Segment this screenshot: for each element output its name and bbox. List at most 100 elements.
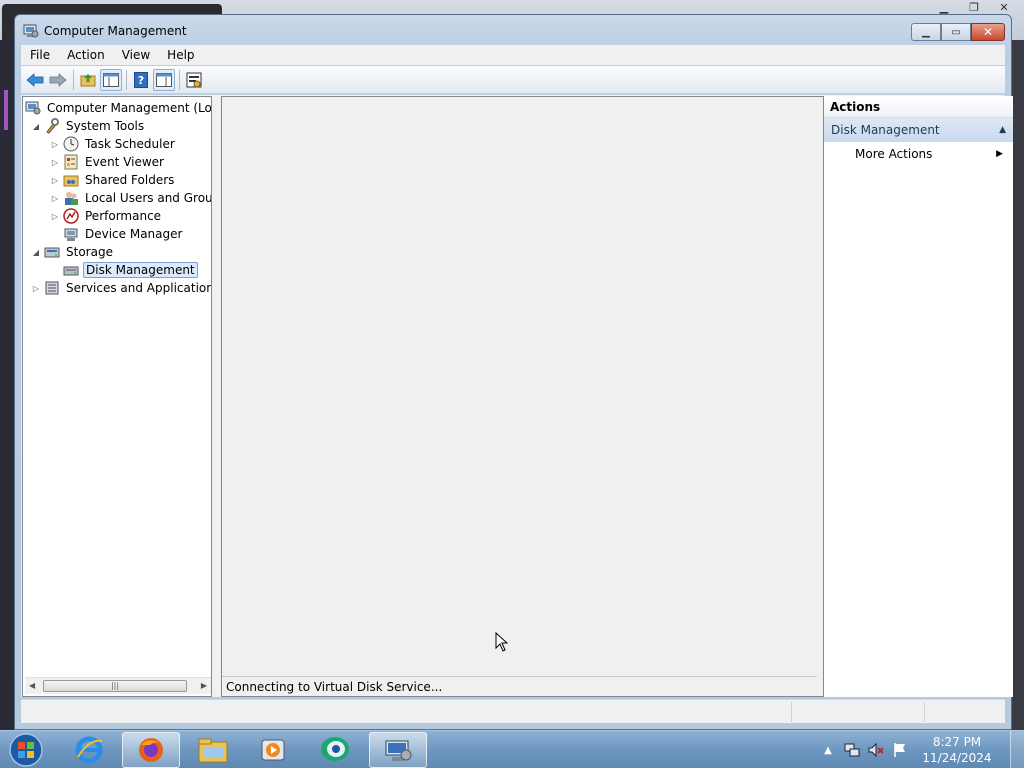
taskbar-internet-explorer[interactable] bbox=[60, 732, 118, 768]
taskbar-file-explorer[interactable] bbox=[184, 732, 242, 768]
up-folder-icon bbox=[80, 73, 96, 86]
properties-button[interactable] bbox=[183, 69, 205, 91]
computer-management-window: Computer Management ▁ ▭ ✕ File Action Vi… bbox=[14, 14, 1013, 730]
window-title: Computer Management bbox=[44, 24, 187, 38]
help-button[interactable]: ? bbox=[130, 69, 152, 91]
up-level-button[interactable] bbox=[77, 69, 99, 91]
more-actions-label: More Actions bbox=[855, 147, 933, 161]
media-player-icon bbox=[261, 739, 285, 761]
tree-item-services-applications[interactable]: ▷ Services and Applications bbox=[31, 279, 212, 297]
expanded-arrow-icon[interactable]: ◢ bbox=[31, 121, 41, 131]
tree-item-shared-folders[interactable]: ▷ Shared Folders bbox=[50, 171, 176, 189]
toolbar-separator bbox=[126, 69, 127, 90]
actions-section-disk-management[interactable]: Disk Management ▲ bbox=[824, 118, 1013, 142]
window-controls: ▁ ▭ ✕ bbox=[911, 23, 1005, 41]
scroll-right-icon[interactable]: ▶ bbox=[201, 681, 207, 690]
properties-icon bbox=[186, 72, 202, 87]
tree-item-label: Task Scheduler bbox=[85, 137, 175, 151]
tree-item-label: Local Users and Groups bbox=[85, 191, 212, 205]
clock-time: 8:27 PM bbox=[932, 735, 982, 749]
services-icon bbox=[45, 281, 59, 295]
taskbar-media-player[interactable] bbox=[244, 732, 302, 768]
network-icon[interactable] bbox=[844, 742, 860, 758]
tree-item-system-tools[interactable]: ◢ System Tools bbox=[31, 117, 146, 135]
taskbar-clock[interactable]: 8:27 PM 11/24/2024 bbox=[916, 734, 998, 766]
tree-item-task-scheduler[interactable]: ▷ Task Scheduler bbox=[50, 135, 177, 153]
show-hide-tree-button[interactable] bbox=[100, 68, 122, 91]
system-tools-icon bbox=[46, 118, 59, 134]
shared-folders-icon bbox=[63, 175, 79, 187]
system-tray: ▲ 8:27 PM 11/24/2024 bbox=[820, 731, 1024, 768]
tree-item-event-viewer[interactable]: ▷ Event Viewer bbox=[50, 153, 166, 171]
status-message: Connecting to Virtual Disk Service... bbox=[222, 676, 817, 696]
file-explorer-icon bbox=[198, 738, 228, 763]
status-divider bbox=[791, 702, 792, 722]
chat-app-icon bbox=[321, 737, 349, 761]
storage-icon bbox=[44, 247, 60, 258]
expanded-arrow-icon[interactable]: ◢ bbox=[31, 247, 41, 257]
console-tree: Computer Management (Local ◢ System Tool… bbox=[22, 96, 212, 697]
scroll-left-icon[interactable]: ◀ bbox=[29, 681, 35, 690]
performance-icon bbox=[63, 208, 79, 224]
collapsed-arrow-icon[interactable]: ▷ bbox=[50, 193, 60, 203]
svg-text:?: ? bbox=[138, 74, 144, 87]
tree-item-performance[interactable]: ▷ Performance bbox=[50, 207, 163, 225]
scrollbar-thumb[interactable]: ||| bbox=[43, 680, 187, 692]
taskbar-computer-management[interactable] bbox=[369, 732, 427, 768]
tree-item-device-manager[interactable]: Device Manager bbox=[63, 225, 184, 243]
toolbar-separator bbox=[179, 69, 180, 90]
collapsed-arrow-icon[interactable]: ▷ bbox=[50, 211, 60, 221]
forward-button[interactable] bbox=[47, 69, 69, 91]
computer-management-icon bbox=[385, 740, 412, 761]
content-area: Computer Management (Local ◢ System Tool… bbox=[21, 95, 1013, 697]
action-center-flag-icon[interactable] bbox=[892, 742, 908, 758]
close-button[interactable]: ✕ bbox=[971, 23, 1005, 41]
computer-management-icon bbox=[25, 101, 41, 115]
taskbar-chat-app[interactable] bbox=[306, 732, 364, 768]
taskbar: ▲ 8:27 PM 11/24/2024 bbox=[0, 730, 1024, 768]
start-button[interactable] bbox=[4, 732, 48, 768]
taskbar-firefox[interactable] bbox=[122, 732, 180, 768]
tree-item-label: Services and Applications bbox=[66, 281, 212, 295]
tree-item-label: Performance bbox=[85, 209, 162, 223]
clock-date: 11/24/2024 bbox=[922, 751, 992, 765]
internet-explorer-icon bbox=[75, 736, 103, 764]
show-hidden-icons-icon[interactable]: ▲ bbox=[820, 742, 836, 758]
tree-item-disk-management[interactable]: Disk Management bbox=[63, 261, 198, 279]
minimize-button[interactable]: ▁ bbox=[911, 23, 941, 41]
maximize-button[interactable]: ▭ bbox=[941, 23, 971, 41]
menu-help[interactable]: Help bbox=[158, 45, 202, 65]
firefox-icon bbox=[139, 738, 163, 762]
show-hide-tree-icon bbox=[103, 72, 119, 87]
forward-arrow-icon bbox=[49, 72, 67, 87]
collapsed-arrow-icon[interactable]: ▷ bbox=[31, 283, 41, 293]
pane-splitter[interactable] bbox=[213, 95, 221, 697]
clock-icon bbox=[63, 136, 79, 152]
show-hide-action-pane-button[interactable] bbox=[153, 68, 175, 91]
menu-file[interactable]: File bbox=[21, 45, 58, 65]
tree-item-storage[interactable]: ◢ Storage bbox=[31, 243, 115, 261]
actions-pane: Actions Disk Management ▲ More Actions ▶ bbox=[823, 96, 1013, 697]
tree-item-label: Computer Management (Local bbox=[47, 101, 212, 115]
more-actions-item[interactable]: More Actions ▶ bbox=[824, 142, 1013, 166]
collapsed-arrow-icon[interactable]: ▷ bbox=[50, 157, 60, 167]
submenu-arrow-icon: ▶ bbox=[996, 149, 1003, 159]
collapsed-arrow-icon[interactable]: ▷ bbox=[50, 175, 60, 185]
show-desktop-button[interactable] bbox=[1010, 731, 1024, 768]
tree-item-label: Disk Management bbox=[83, 262, 198, 278]
status-divider bbox=[924, 702, 925, 722]
horizontal-scrollbar[interactable]: ◀ ||| ▶ bbox=[25, 677, 211, 694]
tree-item-local-users[interactable]: ▷ Local Users and Groups bbox=[50, 189, 212, 207]
window-status-bar bbox=[21, 699, 1005, 723]
collapse-arrow-icon[interactable]: ▲ bbox=[999, 125, 1006, 135]
menu-view[interactable]: View bbox=[113, 45, 158, 65]
speaker-muted-icon[interactable] bbox=[868, 742, 884, 758]
tree-item-computer-management[interactable]: Computer Management (Local bbox=[25, 99, 212, 117]
back-button[interactable] bbox=[24, 69, 46, 91]
title-bar[interactable]: Computer Management ▁ ▭ ✕ bbox=[15, 15, 1011, 45]
toolbar-separator bbox=[73, 69, 74, 90]
background-strip bbox=[0, 40, 14, 730]
collapsed-arrow-icon[interactable]: ▷ bbox=[50, 139, 60, 149]
menu-action[interactable]: Action bbox=[58, 45, 113, 65]
tree-item-label: Event Viewer bbox=[85, 155, 164, 169]
